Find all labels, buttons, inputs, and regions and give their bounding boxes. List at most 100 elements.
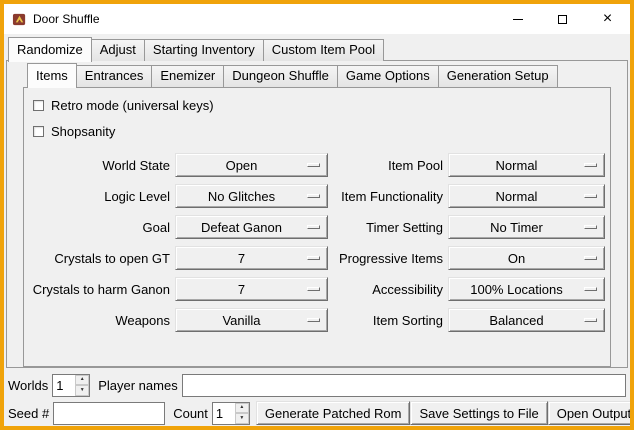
tab-entrances[interactable]: Entrances: [76, 65, 153, 87]
spin-down-button[interactable]: ▼: [235, 413, 249, 424]
main-tab-bar: Randomize Adjust Starting Inventory Cust…: [8, 37, 630, 61]
seed-row: Seed # Count 1 ▲ ▼ Generate Patched Rom …: [8, 401, 626, 425]
worlds-value[interactable]: 1: [53, 375, 75, 396]
dropdown-indicator-icon: [584, 256, 597, 260]
goal-value: Defeat Ganon: [176, 220, 307, 235]
player-names-input[interactable]: [182, 374, 626, 397]
dropdown-indicator-icon: [584, 225, 597, 229]
player-names-label: Player names: [98, 378, 177, 393]
item-pool-label: Item Pool: [333, 158, 443, 173]
count-spinbox: 1 ▲ ▼: [212, 402, 250, 425]
progressive-items-dropdown[interactable]: On: [448, 246, 605, 270]
goal-dropdown[interactable]: Defeat Ganon: [175, 215, 328, 239]
checkbox-icon: [33, 100, 44, 111]
titlebar: Door Shuffle ×: [4, 4, 630, 34]
worlds-label: Worlds: [8, 378, 48, 393]
crystals-harm-ganon-label: Crystals to harm Ganon: [32, 282, 170, 297]
worlds-spin-arrows: ▲ ▼: [75, 375, 89, 396]
count-label: Count: [173, 406, 208, 421]
maximize-icon: [558, 15, 567, 24]
close-icon: ×: [603, 11, 612, 27]
shopsanity-checkbox[interactable]: Shopsanity: [33, 123, 610, 140]
minimize-icon: [513, 19, 523, 20]
tab-starting-inventory[interactable]: Starting Inventory: [144, 39, 264, 61]
dropdown-indicator-icon: [307, 225, 320, 229]
dropdown-indicator-icon: [307, 163, 320, 167]
item-pool-dropdown[interactable]: Normal: [448, 153, 605, 177]
retro-mode-checkbox[interactable]: Retro mode (universal keys): [33, 97, 610, 114]
app-icon: [11, 11, 27, 27]
tab-items[interactable]: Items: [27, 63, 77, 88]
options-grid: World State Open Item Pool Normal Logic …: [32, 153, 610, 332]
logic-level-label: Logic Level: [32, 189, 170, 204]
accessibility-value: 100% Locations: [449, 282, 584, 297]
logic-level-value: No Glitches: [176, 189, 307, 204]
dropdown-indicator-icon: [584, 287, 597, 291]
minimize-button[interactable]: [495, 4, 540, 34]
weapons-label: Weapons: [32, 313, 170, 328]
generate-patched-rom-button[interactable]: Generate Patched Rom: [256, 401, 411, 425]
dropdown-indicator-icon: [584, 163, 597, 167]
dropdown-indicator-icon: [584, 194, 597, 198]
logic-level-dropdown[interactable]: No Glitches: [175, 184, 328, 208]
save-settings-button[interactable]: Save Settings to File: [410, 401, 547, 425]
sub-tab-bar: Items Entrances Enemizer Dungeon Shuffle…: [27, 63, 627, 87]
item-sorting-value: Balanced: [449, 313, 584, 328]
progressive-items-label: Progressive Items: [333, 251, 443, 266]
seed-input[interactable]: [53, 402, 165, 425]
dropdown-indicator-icon: [307, 256, 320, 260]
tab-dungeon-shuffle[interactable]: Dungeon Shuffle: [223, 65, 338, 87]
count-value[interactable]: 1: [213, 403, 235, 424]
item-functionality-dropdown[interactable]: Normal: [448, 184, 605, 208]
timer-setting-dropdown[interactable]: No Timer: [448, 215, 605, 239]
spin-up-button[interactable]: ▲: [235, 403, 249, 414]
world-state-dropdown[interactable]: Open: [175, 153, 328, 177]
weapons-dropdown[interactable]: Vanilla: [175, 308, 328, 332]
dropdown-indicator-icon: [307, 287, 320, 291]
seed-label: Seed #: [8, 406, 49, 421]
checkbox-icon: [33, 126, 44, 137]
tab-enemizer[interactable]: Enemizer: [151, 65, 224, 87]
dropdown-indicator-icon: [307, 318, 320, 322]
accessibility-label: Accessibility: [333, 282, 443, 297]
crystals-open-gt-label: Crystals to open GT: [32, 251, 170, 266]
tab-game-options[interactable]: Game Options: [337, 65, 439, 87]
maximize-button[interactable]: [540, 4, 585, 34]
progressive-items-value: On: [449, 251, 584, 266]
window-title: Door Shuffle: [33, 12, 100, 26]
timer-setting-value: No Timer: [449, 220, 584, 235]
timer-setting-label: Timer Setting: [333, 220, 443, 235]
goal-label: Goal: [32, 220, 170, 235]
tab-adjust[interactable]: Adjust: [91, 39, 145, 61]
crystals-open-gt-value: 7: [176, 251, 307, 266]
accessibility-dropdown[interactable]: 100% Locations: [448, 277, 605, 301]
weapons-value: Vanilla: [176, 313, 307, 328]
tab-generation-setup[interactable]: Generation Setup: [438, 65, 558, 87]
dropdown-indicator-icon: [584, 318, 597, 322]
world-state-value: Open: [176, 158, 307, 173]
item-functionality-value: Normal: [449, 189, 584, 204]
bottom-bar: Worlds 1 ▲ ▼ Player names Seed # Count 1…: [8, 373, 626, 425]
item-sorting-label: Item Sorting: [333, 313, 443, 328]
tab-custom-item-pool[interactable]: Custom Item Pool: [263, 39, 384, 61]
shopsanity-label: Shopsanity: [51, 124, 115, 139]
items-panel: Retro mode (universal keys) Shopsanity W…: [23, 87, 611, 367]
crystals-open-gt-dropdown[interactable]: 7: [175, 246, 328, 270]
open-output-directory-button[interactable]: Open Output Directory: [548, 401, 634, 425]
dropdown-indicator-icon: [307, 194, 320, 198]
randomize-panel: Items Entrances Enemizer Dungeon Shuffle…: [6, 60, 628, 368]
spin-down-button[interactable]: ▼: [75, 385, 89, 396]
crystals-harm-ganon-dropdown[interactable]: 7: [175, 277, 328, 301]
tab-randomize[interactable]: Randomize: [8, 37, 92, 62]
worlds-row: Worlds 1 ▲ ▼ Player names: [8, 373, 626, 397]
crystals-harm-ganon-value: 7: [176, 282, 307, 297]
count-spin-arrows: ▲ ▼: [235, 403, 249, 424]
close-button[interactable]: ×: [585, 4, 630, 34]
worlds-spinbox: 1 ▲ ▼: [52, 374, 90, 397]
world-state-label: World State: [32, 158, 170, 173]
spin-up-button[interactable]: ▲: [75, 375, 89, 386]
window: Door Shuffle × Randomize Adjust Starting…: [0, 0, 634, 430]
item-sorting-dropdown[interactable]: Balanced: [448, 308, 605, 332]
retro-mode-label: Retro mode (universal keys): [51, 98, 214, 113]
window-controls: ×: [495, 4, 630, 34]
